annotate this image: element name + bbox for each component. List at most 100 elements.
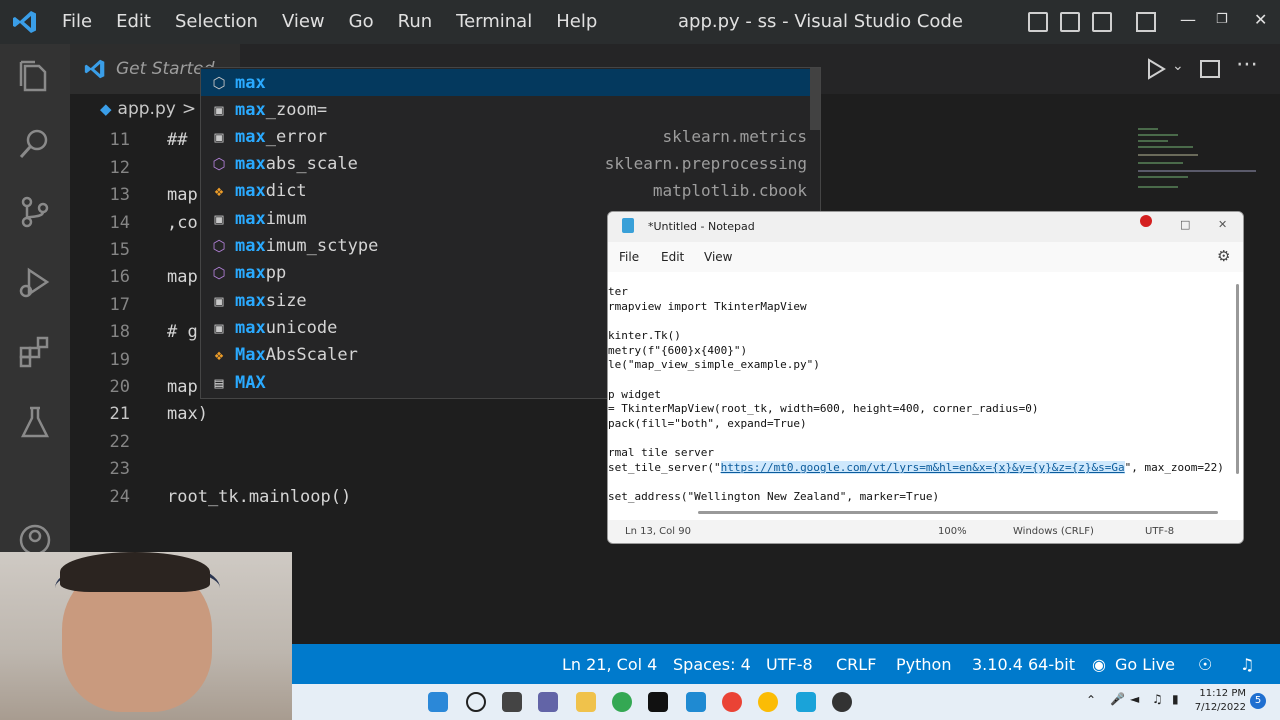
notepad-status-bar: Ln 13, Col 90 100% Windows (CRLF) UTF-8 bbox=[608, 520, 1243, 543]
status-eol[interactable]: CRLF bbox=[836, 655, 876, 674]
toggle-panel-icon[interactable] bbox=[1060, 12, 1080, 32]
run-python-file-icon[interactable] bbox=[1146, 58, 1166, 80]
title-bar: File Edit Selection View Go Run Terminal… bbox=[0, 0, 1280, 44]
notepad-eol: Windows (CRLF) bbox=[1013, 526, 1094, 537]
notepad-close-icon[interactable]: ✕ bbox=[1218, 218, 1227, 231]
suggestion-item[interactable]: ⬡ maxabs_scale sklearn.preprocessing bbox=[201, 150, 811, 177]
status-cursor-position[interactable]: Ln 21, Col 4 bbox=[562, 655, 657, 674]
feedback-icon[interactable]: ☉ bbox=[1198, 655, 1212, 674]
notepad-settings-icon[interactable]: ⚙ bbox=[1217, 247, 1230, 265]
volume-icon[interactable]: ♫ bbox=[1152, 692, 1163, 706]
variable-icon: ▣ bbox=[214, 318, 224, 337]
extensions-icon[interactable] bbox=[17, 334, 53, 370]
source-control-icon[interactable] bbox=[17, 194, 53, 230]
run-dropdown-chevron-icon[interactable]: ⌄ bbox=[1172, 58, 1184, 74]
suggestion-detail: sklearn.metrics bbox=[662, 127, 808, 146]
microphone-icon[interactable]: 🎤 bbox=[1110, 692, 1125, 706]
suggestion-item[interactable]: ❖ maxdict matplotlib.cbook bbox=[201, 177, 811, 204]
menu-view[interactable]: View bbox=[270, 0, 337, 44]
class-icon: ❖ bbox=[214, 181, 224, 200]
wifi-icon[interactable]: ◄ bbox=[1130, 692, 1139, 706]
notepad-text-area[interactable]: ter rmapview import TkinterMapView kinte… bbox=[608, 272, 1243, 512]
status-indentation[interactable]: Spaces: 4 bbox=[673, 655, 751, 674]
notepad-menu-file[interactable]: File bbox=[619, 250, 639, 264]
terminal-icon[interactable] bbox=[648, 692, 668, 712]
toggle-secondary-sidebar-icon[interactable] bbox=[1092, 12, 1112, 32]
code-line: map bbox=[167, 377, 198, 397]
notepad-menu-view[interactable]: View bbox=[704, 250, 732, 264]
taskbar-clock[interactable]: 11:12 PM 7/12/2022 bbox=[1195, 687, 1246, 715]
windows-start-icon[interactable] bbox=[428, 692, 448, 712]
menu-edit[interactable]: Edit bbox=[104, 0, 163, 44]
vscode-tab-icon bbox=[84, 59, 105, 79]
line-number: 15 bbox=[109, 240, 130, 260]
go-live-icon: ◉ bbox=[1092, 655, 1106, 674]
status-language[interactable]: Python bbox=[896, 655, 951, 674]
notepad-window[interactable]: *Untitled - Notepad □ ✕ File Edit View ⚙… bbox=[607, 211, 1244, 544]
notepad-line: set_tile_server("https://mt0.google.com/… bbox=[608, 461, 1224, 474]
breadcrumb-file[interactable]: app.py bbox=[118, 99, 176, 119]
variable-icon: ▣ bbox=[214, 291, 224, 310]
task-view-icon[interactable] bbox=[502, 692, 522, 712]
window-title: app.py - ss - Visual Studio Code bbox=[678, 11, 963, 32]
status-go-live[interactable]: Go Live bbox=[1115, 655, 1175, 674]
chrome-icon[interactable] bbox=[612, 692, 632, 712]
menu-run[interactable]: Run bbox=[386, 0, 445, 44]
minimize-icon[interactable]: — bbox=[1180, 10, 1196, 29]
suggestion-detail: sklearn.preprocessing bbox=[604, 154, 807, 173]
notepad-vertical-scrollbar[interactable] bbox=[1236, 284, 1239, 474]
line-number: 23 bbox=[109, 459, 130, 479]
notepad-maximize-icon[interactable]: □ bbox=[1180, 218, 1190, 231]
tray-chevron-icon[interactable]: ⌃ bbox=[1086, 693, 1096, 707]
taskbar-search-icon[interactable] bbox=[466, 692, 486, 712]
menu-selection[interactable]: Selection bbox=[163, 0, 270, 44]
suggestion-item[interactable]: ⬡ max bbox=[201, 69, 811, 96]
battery-icon[interactable]: ▮ bbox=[1172, 692, 1179, 706]
chrome-profile-icon[interactable] bbox=[722, 692, 742, 712]
line-number-active: 21 bbox=[109, 404, 130, 424]
recording-indicator-icon bbox=[1140, 215, 1152, 227]
notifications-bell-icon[interactable]: ♫ bbox=[1240, 655, 1254, 674]
notepad-line: le("map_view_simple_example.py") bbox=[608, 358, 820, 371]
maximize-icon[interactable]: ❐ bbox=[1216, 12, 1228, 27]
run-debug-icon[interactable] bbox=[17, 264, 53, 300]
notepad-horizontal-scrollbar[interactable] bbox=[698, 511, 1218, 514]
teams-chat-icon[interactable] bbox=[538, 692, 558, 712]
file-explorer-icon[interactable] bbox=[576, 692, 596, 712]
split-editor-icon[interactable] bbox=[1200, 60, 1220, 78]
more-actions-icon[interactable]: ⋯ bbox=[1236, 52, 1258, 77]
code-line: ## bbox=[167, 130, 188, 150]
notepad-line: metry(f"{600}x{400}") bbox=[608, 344, 748, 357]
menu-terminal[interactable]: Terminal bbox=[444, 0, 544, 44]
python-file-icon: ◆ bbox=[100, 100, 112, 118]
notepad-encoding: UTF-8 bbox=[1145, 526, 1175, 537]
notepad-line: kinter.Tk() bbox=[608, 329, 681, 342]
menu-help[interactable]: Help bbox=[544, 0, 609, 44]
status-encoding[interactable]: UTF-8 bbox=[766, 655, 813, 674]
notepad-line: rmapview import TkinterMapView bbox=[608, 300, 807, 313]
suggestion-item[interactable]: ▣ max_error sklearn.metrics bbox=[201, 123, 811, 150]
testing-flask-icon[interactable] bbox=[17, 404, 53, 440]
suggest-scrollbar[interactable] bbox=[810, 68, 820, 130]
vscode-taskbar-icon[interactable] bbox=[686, 692, 706, 712]
line-number: 24 bbox=[109, 487, 130, 507]
toggle-sidebar-icon[interactable] bbox=[1028, 12, 1048, 32]
chrome-profile-2-icon[interactable] bbox=[758, 692, 778, 712]
notepad-line: ter bbox=[608, 285, 628, 298]
menu-go[interactable]: Go bbox=[337, 0, 386, 44]
customize-layout-icon[interactable] bbox=[1136, 12, 1156, 32]
explorer-icon[interactable] bbox=[17, 58, 53, 94]
variable-icon: ▣ bbox=[214, 127, 224, 146]
notepad-app-icon bbox=[622, 218, 634, 233]
module-icon: ⬡ bbox=[212, 73, 226, 92]
notepad-menu-edit[interactable]: Edit bbox=[661, 250, 684, 264]
obs-icon[interactable] bbox=[832, 692, 852, 712]
notepad-zoom: 100% bbox=[938, 526, 967, 537]
notification-badge[interactable]: 5 bbox=[1250, 693, 1266, 709]
notepad-taskbar-icon[interactable] bbox=[796, 692, 816, 712]
status-interpreter[interactable]: 3.10.4 64-bit bbox=[972, 655, 1075, 674]
close-icon[interactable]: ✕ bbox=[1254, 10, 1267, 29]
menu-file[interactable]: File bbox=[50, 0, 104, 44]
suggestion-item[interactable]: ▣ max_zoom= bbox=[201, 96, 811, 123]
search-icon[interactable] bbox=[17, 126, 53, 162]
